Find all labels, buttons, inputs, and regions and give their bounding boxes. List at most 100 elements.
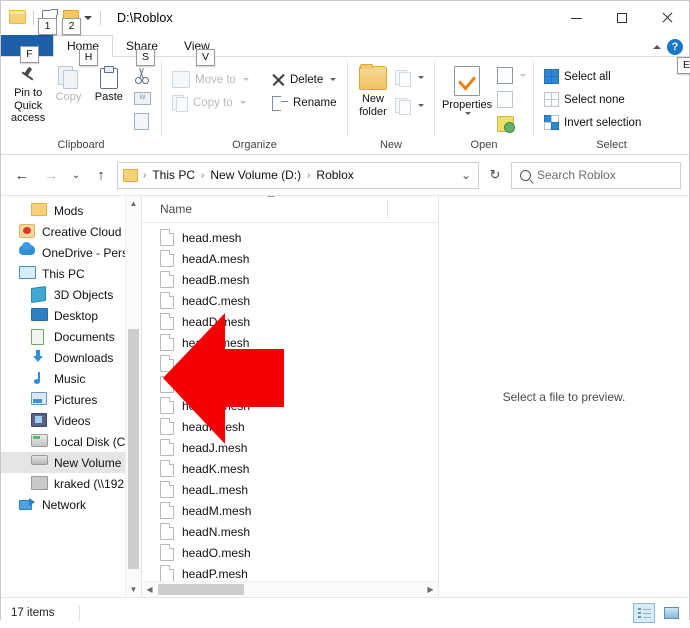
sidebar-item-music[interactable]: Music (1, 368, 141, 389)
status-bar: 17 items (1, 597, 689, 628)
main-content: Mods Creative Cloud Files OneDrive - Perso… (1, 195, 689, 597)
collapse-ribbon-icon[interactable] (653, 45, 661, 49)
back-button[interactable]: ← (9, 162, 35, 188)
history-button[interactable] (494, 113, 529, 134)
move-to-button[interactable]: Move to (169, 69, 261, 90)
copy-path-button[interactable]: W (131, 88, 154, 109)
file-row[interactable]: headE.mesh (142, 332, 438, 353)
scroll-right-button[interactable]: ▶ (423, 582, 438, 597)
recent-locations-button[interactable]: ⌄ (67, 162, 85, 188)
ribbon-group-new: New folder New (348, 57, 434, 154)
file-row[interactable]: headN.mesh (142, 521, 438, 542)
copy-to-button[interactable]: Copy to (169, 92, 261, 113)
breadcrumb-roblox[interactable]: Roblox (313, 168, 356, 182)
file-row[interactable]: headD.mesh (142, 311, 438, 332)
file-icon (160, 565, 174, 582)
file-row[interactable]: headM.mesh (142, 500, 438, 521)
file-icon (160, 334, 174, 351)
hscrollbar-thumb[interactable] (158, 584, 244, 595)
file-icon (160, 460, 174, 477)
file-row[interactable]: headJ.mesh (142, 437, 438, 458)
open-with-button[interactable] (494, 65, 529, 86)
breadcrumb-this-pc[interactable]: This PC (149, 168, 198, 182)
move-to-chevron-down-icon[interactable] (242, 78, 249, 81)
select-all-button[interactable]: Select all (541, 66, 644, 87)
minimize-button[interactable] (554, 1, 599, 35)
sidebar-item-3d-objects[interactable]: 3D Objects (1, 284, 141, 305)
sidebar-item-this-pc[interactable]: This PC (1, 263, 141, 284)
refresh-button[interactable]: ↻ (482, 162, 508, 188)
new-item-button[interactable] (392, 67, 427, 88)
forward-button[interactable]: → (38, 162, 64, 188)
help-icon[interactable]: ? (667, 39, 683, 55)
sidebar-item-documents[interactable]: Documents (1, 326, 141, 347)
large-icons-view-button[interactable] (661, 604, 681, 622)
easy-access-button[interactable] (392, 95, 427, 116)
delete-button[interactable]: Delete (269, 69, 339, 90)
file-row[interactable]: headB.mesh (142, 269, 438, 290)
column-divider[interactable] (387, 200, 388, 218)
cut-button[interactable] (131, 65, 154, 86)
maximize-button[interactable] (599, 1, 644, 35)
copy-to-chevron-down-icon[interactable] (239, 101, 246, 104)
copy-button[interactable]: Copy (48, 62, 88, 104)
sidebar-item-downloads[interactable]: Downloads (1, 347, 141, 368)
sidebar-item-creative-cloud-files[interactable]: Creative Cloud Files (1, 221, 141, 242)
file-name-label: headP.mesh (182, 566, 248, 581)
sidebar-item-label: Local Disk (C:) (54, 434, 133, 449)
pin-to-quick-access-button[interactable]: Pin to Quick access (8, 62, 48, 125)
open-with-chevron-down-icon[interactable] (520, 74, 527, 77)
file-row[interactable]: head.mesh (142, 227, 438, 248)
new-folder-button[interactable]: New folder (355, 62, 391, 118)
rename-button[interactable]: Rename (269, 92, 339, 113)
paste-shortcut-button[interactable] (131, 111, 154, 132)
file-row[interactable]: headG.mesh (142, 374, 438, 395)
breadcrumb-new-volume[interactable]: New Volume (D:) (207, 168, 304, 182)
scroll-down-button[interactable]: ▼ (126, 582, 141, 597)
ribbon-group-open: Properties Open (435, 57, 533, 154)
details-view-button[interactable] (633, 603, 655, 623)
delete-chevron-down-icon[interactable] (330, 78, 337, 81)
scroll-up-button[interactable]: ▲ (126, 196, 141, 211)
properties-chevron-down-icon[interactable] (465, 111, 472, 115)
file-row[interactable]: headI.mesh (142, 416, 438, 437)
sidebar-item-new-volume-d[interactable]: New Volume (D:) (1, 452, 141, 473)
file-row[interactable]: headK.mesh (142, 458, 438, 479)
invert-selection-button[interactable]: Invert selection (541, 112, 644, 133)
file-list-horizontal-scrollbar[interactable]: ◀ ▶ (142, 581, 438, 597)
sidebar-item-network[interactable]: Network (1, 494, 141, 515)
navigation-scrollbar[interactable]: ▲ ▼ (125, 196, 141, 597)
scroll-left-button[interactable]: ◀ (142, 582, 157, 597)
up-button[interactable]: ↑ (88, 162, 114, 188)
file-row[interactable]: headH.mesh (142, 395, 438, 416)
sidebar-item-pictures[interactable]: Pictures (1, 389, 141, 410)
file-row[interactable]: headF.mesh (142, 353, 438, 374)
scrollbar-thumb[interactable] (128, 329, 139, 569)
copy-label: Copy (55, 91, 82, 103)
new-item-chevron-down-icon[interactable] (418, 76, 424, 79)
search-box[interactable]: Search Roblox (511, 161, 681, 189)
select-none-button[interactable]: Select none (541, 89, 644, 110)
paste-button[interactable]: Paste (89, 62, 129, 104)
file-name-label: headN.mesh (182, 524, 251, 539)
sidebar-item-videos[interactable]: Videos (1, 410, 141, 431)
address-chevron-down-icon[interactable]: ⌄ (461, 168, 471, 182)
sidebar-item-desktop[interactable]: Desktop (1, 305, 141, 326)
sidebar-item-local-disk-c[interactable]: Local Disk (C:) (1, 431, 141, 452)
easy-access-chevron-down-icon[interactable] (418, 104, 424, 107)
file-row[interactable]: headA.mesh (142, 248, 438, 269)
address-field[interactable]: › This PC › New Volume (D:) › Roblox ⌄ (117, 161, 479, 189)
file-row[interactable]: headC.mesh (142, 290, 438, 311)
file-row[interactable]: headL.mesh (142, 479, 438, 500)
folder-properties-icon[interactable] (9, 10, 26, 26)
customize-qat-icon[interactable] (84, 16, 92, 20)
properties-button[interactable]: Properties (442, 62, 492, 115)
edit-button[interactable] (494, 89, 529, 110)
sidebar-item-mods[interactable]: Mods (1, 200, 141, 221)
sidebar-item-onedrive-personal[interactable]: OneDrive - Personal (1, 241, 141, 263)
sidebar-item-kraked-192-168[interactable]: kraked (\\192.168. (1, 473, 141, 494)
file-row[interactable]: headO.mesh (142, 542, 438, 563)
search-input[interactable]: Search Roblox (537, 168, 616, 182)
close-button[interactable] (644, 1, 689, 35)
column-header-name[interactable]: Name (142, 196, 330, 216)
